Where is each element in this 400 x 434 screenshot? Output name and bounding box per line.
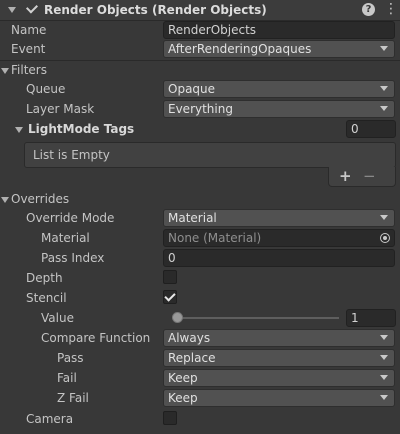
layer-mask-dropdown[interactable]: Everything	[163, 100, 395, 118]
chevron-down-icon	[380, 375, 388, 380]
component-foldout-icon[interactable]	[8, 7, 16, 13]
help-icon[interactable]: ?	[362, 3, 375, 16]
compare-function-dropdown[interactable]: Always	[163, 329, 395, 347]
z-fail-value: Keep	[168, 391, 198, 405]
remove-icon[interactable]: −	[363, 168, 376, 184]
queue-label: Queue	[26, 82, 66, 96]
chevron-down-icon	[380, 106, 388, 111]
material-object-field[interactable]: None (Material)	[163, 229, 395, 247]
z-fail-label: Z Fail	[57, 391, 89, 405]
name-label: Name	[11, 23, 47, 37]
pass-dropdown[interactable]: Replace	[163, 349, 395, 367]
object-picker-icon[interactable]	[380, 233, 390, 243]
chevron-down-icon	[380, 86, 388, 91]
chevron-down-icon	[380, 335, 388, 340]
stencil-value-label: Value	[41, 311, 74, 325]
lightmode-foldout-icon[interactable]	[15, 127, 23, 133]
lightmode-tags-count[interactable]: 0	[346, 120, 396, 138]
chevron-down-icon	[380, 46, 388, 51]
lightmode-tags-list: List is Empty	[24, 142, 396, 168]
camera-row: Camera	[0, 409, 400, 429]
event-dropdown[interactable]: AfterRenderingOpaques	[163, 40, 395, 58]
chevron-down-icon	[380, 355, 388, 360]
overrides-foldout-icon[interactable]	[1, 197, 9, 203]
chevron-down-icon	[380, 215, 388, 220]
pass-index-row: Pass Index 0	[0, 248, 400, 268]
chevron-down-icon	[380, 395, 388, 400]
pass-label: Pass	[57, 351, 84, 365]
settings-icon[interactable]: ⋮	[384, 1, 398, 17]
fail-value: Keep	[168, 371, 198, 385]
camera-label: Camera	[26, 412, 74, 426]
depth-label: Depth	[26, 271, 63, 285]
overrides-header[interactable]: Overrides	[0, 189, 400, 209]
material-row: Material None (Material)	[0, 228, 400, 248]
depth-row: Depth	[0, 268, 400, 288]
checkmark-icon	[164, 290, 176, 302]
stencil-row: Stencil	[0, 288, 400, 308]
override-mode-row: Override Mode Material	[0, 208, 400, 228]
queue-row: Queue Opaque	[0, 79, 400, 99]
stencil-value-slider[interactable]	[177, 317, 339, 319]
fail-row: Fail Keep	[0, 368, 400, 388]
lightmode-tags-label: LightMode Tags	[28, 122, 135, 136]
layer-mask-value: Everything	[168, 102, 233, 116]
pass-row: Pass Replace	[0, 348, 400, 368]
add-icon[interactable]: +	[339, 168, 352, 184]
event-value: AfterRenderingOpaques	[168, 42, 312, 56]
z-fail-dropdown[interactable]: Keep	[163, 389, 395, 407]
stencil-value-row: Value 1	[0, 308, 400, 328]
list-footer: + −	[328, 167, 396, 187]
material-value: None (Material)	[168, 231, 262, 245]
pass-index-field[interactable]: 0	[163, 249, 395, 267]
name-row: Name RenderObjects	[0, 20, 400, 40]
pass-index-label: Pass Index	[41, 251, 105, 265]
camera-checkbox[interactable]	[163, 411, 177, 425]
z-fail-row: Z Fail Keep	[0, 388, 400, 408]
overrides-title: Overrides	[11, 192, 70, 206]
layer-mask-row: Layer Mask Everything	[0, 99, 400, 119]
queue-value: Opaque	[168, 82, 216, 96]
compare-function-value: Always	[168, 331, 211, 345]
compare-function-row: Compare Function Always	[0, 328, 400, 348]
fail-label: Fail	[57, 371, 77, 385]
filters-title: Filters	[11, 63, 47, 77]
stencil-label: Stencil	[26, 291, 67, 305]
pass-value: Replace	[168, 351, 216, 365]
override-mode-value: Material	[168, 211, 217, 225]
stencil-value-field[interactable]: 1	[346, 309, 396, 327]
lightmode-tags-header: LightMode Tags 0	[0, 119, 400, 139]
filters-header[interactable]: Filters	[0, 60, 400, 80]
stencil-checkbox[interactable]	[163, 290, 177, 304]
layer-mask-label: Layer Mask	[26, 102, 95, 116]
override-mode-label: Override Mode	[26, 211, 115, 225]
queue-dropdown[interactable]: Opaque	[163, 80, 395, 98]
slider-handle[interactable]	[172, 312, 183, 323]
override-mode-dropdown[interactable]: Material	[163, 209, 395, 227]
compare-function-label: Compare Function	[41, 331, 151, 345]
filters-foldout-icon[interactable]	[1, 68, 9, 74]
list-empty-text: List is Empty	[33, 148, 110, 162]
enable-checkbox-icon[interactable]	[25, 1, 39, 14]
event-row: Event AfterRenderingOpaques	[0, 39, 400, 59]
depth-checkbox[interactable]	[163, 270, 177, 284]
fail-dropdown[interactable]: Keep	[163, 369, 395, 387]
event-label: Event	[11, 42, 46, 56]
material-label: Material	[41, 231, 90, 245]
component-header: Render Objects (Render Objects) ? ⋮	[0, 0, 400, 21]
component-title: Render Objects (Render Objects)	[44, 3, 267, 17]
name-field[interactable]: RenderObjects	[163, 21, 395, 39]
